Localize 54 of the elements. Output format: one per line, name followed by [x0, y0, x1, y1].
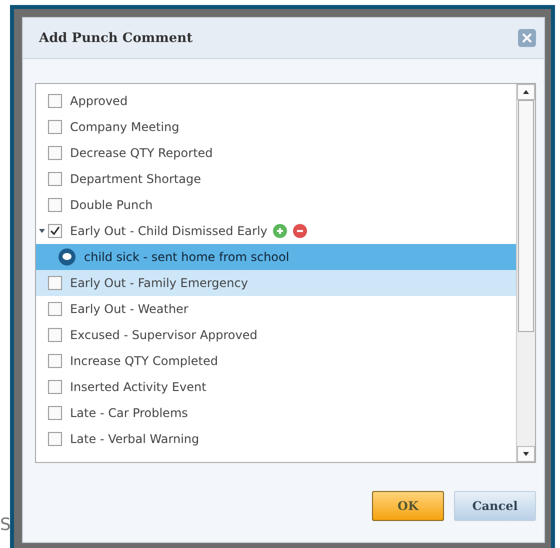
item-label: Department Shortage [70, 172, 201, 186]
list-item[interactable]: Company Meeting [36, 114, 516, 140]
comment-text: child sick - sent home from school [84, 250, 290, 264]
scroll-up-icon[interactable] [523, 90, 529, 94]
item-label: Early Out - Family Emergency [70, 276, 248, 290]
item-label: Excused - Supervisor Approved [70, 328, 258, 342]
checkbox[interactable] [48, 120, 62, 134]
checkbox[interactable] [48, 432, 62, 446]
scroll-down-icon[interactable] [523, 452, 529, 456]
list-item[interactable]: Decrease QTY Reported [36, 140, 516, 166]
close-icon [521, 32, 533, 44]
checkbox[interactable] [48, 302, 62, 316]
checkbox[interactable] [48, 224, 62, 238]
item-label: Late - Car Problems [70, 406, 188, 420]
item-label: Double Punch [70, 198, 153, 212]
checkbox[interactable] [48, 172, 62, 186]
ok-button[interactable]: OK [372, 491, 444, 521]
list-item[interactable]: Early Out - Family Emergency [36, 270, 516, 296]
list-item[interactable]: Inserted Activity Event [36, 374, 516, 400]
list-item[interactable]: Excused - Supervisor Approved [36, 322, 516, 348]
checkbox[interactable] [48, 198, 62, 212]
checkbox[interactable] [48, 146, 62, 160]
list-item[interactable]: Late - Verbal Warning [36, 426, 516, 452]
list-item[interactable]: Department Shortage [36, 166, 516, 192]
item-label: Company Meeting [70, 120, 180, 134]
comment-bubble-icon [58, 248, 76, 266]
checkbox[interactable] [48, 328, 62, 342]
checkbox[interactable] [48, 354, 62, 368]
item-label: Early Out - Weather [70, 302, 188, 316]
expand-arrow-icon[interactable] [39, 228, 45, 234]
close-button[interactable] [518, 29, 536, 47]
list-item[interactable]: Late - Car Problems [36, 400, 516, 426]
list-item[interactable]: Approved [36, 88, 516, 114]
list-item[interactable]: Early Out - Child Dismissed Early [36, 218, 516, 244]
list-item[interactable]: Double Punch [36, 192, 516, 218]
item-label: Approved [70, 94, 128, 108]
cancel-button[interactable]: Cancel [454, 491, 536, 521]
list-item[interactable]: Increase QTY Completed [36, 348, 516, 374]
item-label: Early Out - Child Dismissed Early [70, 224, 268, 238]
checkbox[interactable] [48, 276, 62, 290]
checkbox[interactable] [48, 94, 62, 108]
item-label: Late - Verbal Warning [70, 432, 200, 446]
scrollbar[interactable] [516, 84, 535, 462]
remove-icon[interactable] [293, 224, 308, 238]
background-text: S [0, 515, 11, 535]
item-label: Inserted Activity Event [70, 380, 206, 394]
checkbox[interactable] [48, 380, 62, 394]
dialog-title: Add Punch Comment [39, 30, 193, 46]
add-icon[interactable] [273, 224, 288, 238]
checkbox[interactable] [48, 406, 62, 420]
list-item[interactable]: Early Out - Weather [36, 296, 516, 322]
item-label: Decrease QTY Reported [70, 146, 213, 160]
comment-row[interactable]: child sick - sent home from school [36, 244, 516, 270]
item-label: Increase QTY Completed [70, 354, 218, 368]
